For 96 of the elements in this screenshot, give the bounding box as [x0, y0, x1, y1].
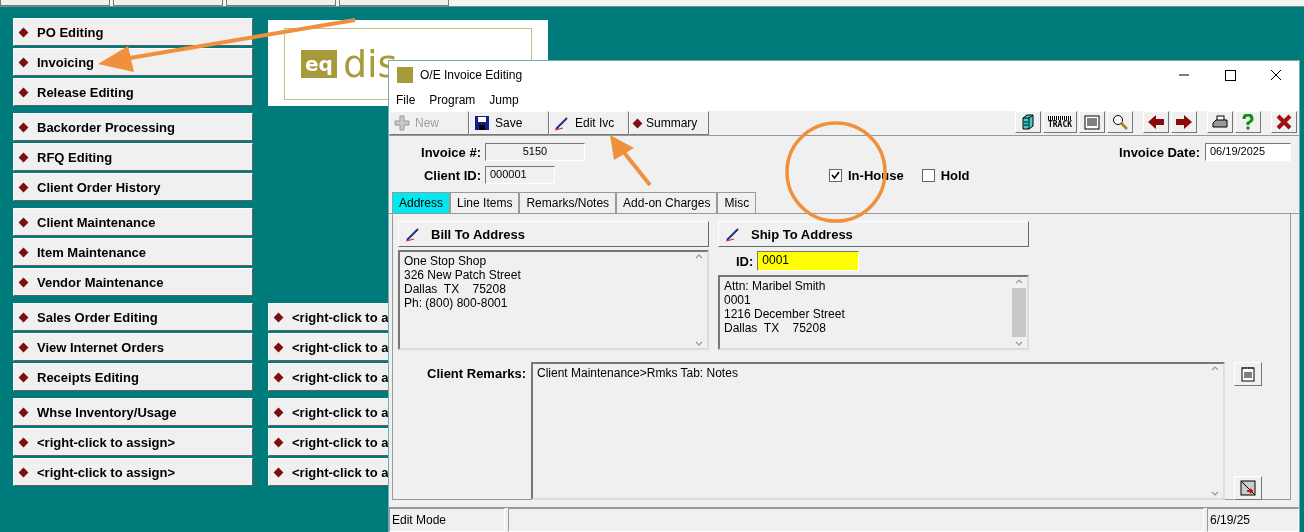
pen-icon — [405, 226, 421, 242]
tab[interactable] — [226, 0, 336, 6]
chevron-up-icon[interactable] — [1210, 364, 1220, 373]
left-arrow-icon — [1147, 115, 1165, 129]
shortcut-button[interactable]: RFQ Editing — [13, 143, 253, 171]
address-line: 326 New Patch Street — [404, 268, 522, 282]
toolbar-button[interactable] — [1015, 111, 1041, 133]
address-line: Attn: Maribel Smith — [724, 279, 827, 293]
ship-to-id-field[interactable]: 0001 — [757, 251, 860, 271]
annotation-arrow — [610, 135, 652, 187]
help-icon — [1242, 114, 1254, 130]
toolbar-button[interactable]: Edit Ivc — [549, 111, 629, 135]
shortcut-button[interactable]: <right-click to a — [268, 303, 389, 331]
export-button[interactable] — [1234, 476, 1262, 500]
pen-icon — [554, 115, 570, 131]
checkbox[interactable]: Hold — [921, 167, 970, 183]
shortcut-button[interactable]: Release Editing — [13, 78, 253, 106]
toolbar-button[interactable] — [1171, 111, 1197, 133]
remarks-text-area[interactable]: Client Maintenance>Rmks Tab: Notes — [531, 362, 1225, 500]
shortcut-button[interactable]: View Internet Orders — [13, 333, 253, 361]
printer-icon — [1212, 114, 1228, 130]
check-icon — [831, 170, 840, 180]
export-icon — [1240, 480, 1256, 496]
tab[interactable] — [339, 0, 449, 6]
menu-item[interactable]: File — [396, 93, 416, 107]
chevron-up-icon[interactable] — [1014, 277, 1024, 286]
ship-to-text-area[interactable]: Attn: Maribel Smith 0001 1216 December Street Dallas TX 75208 — [718, 275, 1029, 350]
notepad-icon — [1240, 366, 1256, 382]
field-label: Client ID: — [422, 167, 481, 183]
menu-item[interactable]: Program — [429, 93, 476, 107]
shortcut-button[interactable]: Sales Order Editing — [13, 303, 253, 331]
address-line: 0001 — [724, 293, 752, 307]
file-cabinet-icon — [1021, 114, 1035, 130]
address-line: One Stop Shop — [404, 254, 488, 268]
address-line: Dallas TX 75208 — [404, 282, 507, 296]
address-line: Dallas TX 75208 — [724, 321, 827, 335]
chevron-down-icon[interactable] — [694, 339, 704, 348]
field-label: Invoice #: — [420, 144, 481, 160]
tab[interactable]: Add-on Charges — [616, 192, 718, 213]
menu-item[interactable]: Jump — [489, 93, 519, 107]
shortcut-button[interactable]: <right-click to assign> — [13, 458, 253, 486]
shortcut-button[interactable]: Whse Inventory/Usage — [13, 398, 253, 426]
status-text: Edit Mode — [389, 508, 505, 532]
shortcut-button[interactable]: Item Maintenance — [13, 238, 253, 266]
remarks-text: Client Maintenance>Rmks Tab: Notes — [537, 366, 739, 380]
shortcut-button[interactable]: <right-click to a — [268, 363, 389, 391]
scrollbar[interactable] — [1011, 277, 1027, 348]
tab[interactable]: Misc — [717, 192, 757, 213]
shortcut-button[interactable]: Client Maintenance — [13, 208, 253, 236]
toolbar-button[interactable] — [1107, 111, 1133, 133]
shortcut-button[interactable]: Vendor Maintenance — [13, 268, 253, 296]
shortcut-button[interactable]: <right-click to a — [268, 458, 389, 486]
bill-to-header[interactable]: Bill To Address — [398, 221, 709, 247]
document-icon — [1084, 114, 1100, 130]
shortcut-button[interactable]: <right-click to a — [268, 428, 389, 456]
plus-icon — [394, 115, 410, 131]
window-title: O/E Invoice Editing — [420, 68, 524, 82]
address-line: Ph: (800) 800-8001 — [404, 296, 509, 310]
search-icon — [1112, 114, 1128, 130]
shortcut-button[interactable]: Invoicing — [13, 48, 253, 76]
ship-to-header[interactable]: Ship To Address — [718, 221, 1029, 247]
shortcut-button[interactable]: <right-click to assign> — [13, 428, 253, 456]
field-label: Invoice Date: — [1119, 144, 1200, 160]
invoice-number-field[interactable]: 5150 — [485, 143, 585, 161]
address-line: 1216 December Street — [724, 307, 846, 321]
chevron-down-icon[interactable] — [1014, 339, 1024, 348]
notepad-button[interactable] — [1234, 362, 1262, 386]
shortcut-button[interactable]: <right-click to a — [268, 398, 389, 426]
tab[interactable] — [113, 0, 223, 6]
pen-icon — [725, 226, 741, 242]
shortcut-button[interactable]: Receipts Editing — [13, 363, 253, 391]
tab[interactable]: Remarks/Notes — [519, 192, 617, 213]
shortcut-button[interactable]: Backorder Processing — [13, 113, 253, 141]
chevron-down-icon[interactable] — [1210, 489, 1220, 498]
toolbar-button[interactable] — [1271, 111, 1297, 133]
field-label: Client Remarks: — [426, 365, 526, 383]
right-arrow-icon — [1175, 115, 1193, 129]
toolbar-button[interactable] — [1143, 111, 1169, 133]
invoice-date-field[interactable]: 06/19/2025 — [1205, 143, 1291, 161]
chevron-up-icon[interactable] — [694, 252, 704, 261]
field-label: ID: — [736, 253, 754, 269]
bill-to-text-area[interactable]: One Stop Shop 326 New Patch Street Dallas TX 75208 Ph: (800) 800-8001 — [398, 250, 709, 350]
close-icon — [1276, 114, 1292, 130]
shortcut-button[interactable]: PO Editing — [13, 18, 253, 46]
logo-badge: eq — [301, 50, 337, 78]
tab[interactable]: Address — [392, 192, 451, 213]
client-id-field[interactable]: 000001 — [485, 166, 555, 184]
toolbar-button[interactable]: Summary — [629, 111, 709, 135]
toolbar-button[interactable]: Save — [469, 111, 549, 135]
tab[interactable] — [0, 0, 110, 6]
tab[interactable]: Line Items — [450, 192, 520, 213]
status-date: 6/19/25 — [1207, 508, 1299, 532]
toolbar-button[interactable] — [1207, 111, 1233, 133]
shortcut-button[interactable]: Client Order History — [13, 173, 253, 201]
shortcut-button[interactable]: <right-click to a — [268, 333, 389, 361]
app-icon — [397, 67, 413, 83]
